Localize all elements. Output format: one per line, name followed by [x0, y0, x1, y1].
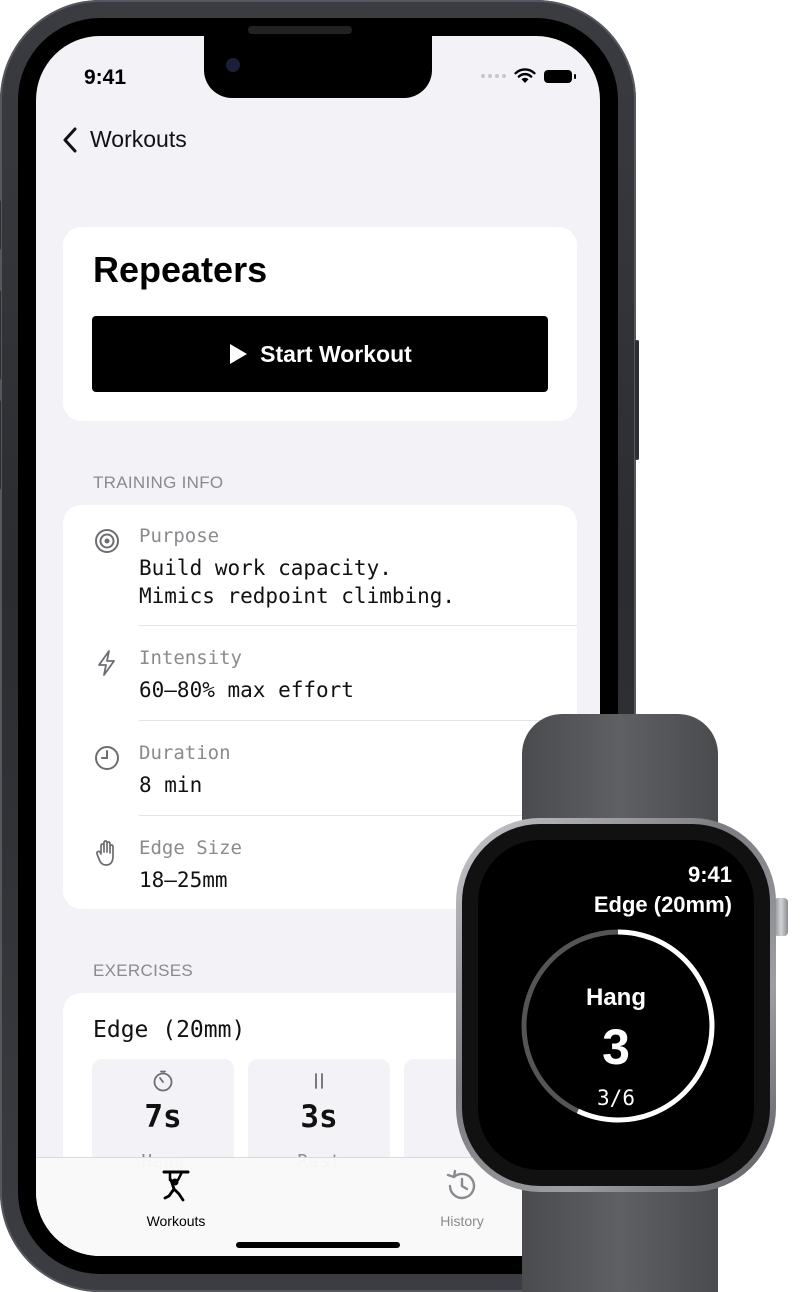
info-label: Intensity: [139, 647, 242, 669]
exercise-title: Edge (20mm): [93, 1017, 246, 1043]
volume-down-button: [0, 400, 1, 490]
watch-case: 9:41 Edge (20mm) Hang 3 3/6: [456, 818, 776, 1192]
notch: [204, 36, 432, 98]
info-value: 8 min: [139, 773, 203, 797]
info-value: 60–80% max effort: [139, 678, 354, 702]
tab-workouts[interactable]: Workouts: [116, 1168, 236, 1229]
workout-header-card: Repeaters Start Workout: [63, 227, 577, 421]
chevron-left-icon: [63, 127, 77, 152]
power-button: [635, 340, 639, 460]
status-time: 9:41: [84, 66, 127, 89]
tab-label: Workouts: [146, 1213, 206, 1229]
watch-screen: 9:41 Edge (20mm) Hang 3 3/6: [478, 840, 754, 1170]
workout-title: Repeaters: [93, 249, 268, 290]
divider: [139, 815, 577, 816]
status-indicators: [481, 68, 576, 84]
watch-phase: Hang: [586, 984, 646, 1011]
back-label: Workouts: [90, 126, 187, 152]
tile-value: 3s: [300, 1099, 338, 1135]
watch-bezel: 9:41 Edge (20mm) Hang 3 3/6: [462, 824, 770, 1186]
timer-icon: [153, 1070, 173, 1092]
watch-exercise-name: Edge (20mm): [593, 892, 732, 917]
back-button[interactable]: Workouts: [62, 126, 187, 153]
wifi-icon: [514, 68, 536, 83]
action-button: [0, 200, 1, 250]
cellular-icon: [481, 74, 506, 78]
watch-time: 9:41: [687, 862, 732, 887]
info-value: Build work capacity. Mimics redpoint cli…: [139, 556, 456, 608]
digital-crown: [774, 898, 788, 936]
volume-up-button: [0, 290, 1, 380]
history-icon: [446, 1169, 476, 1200]
exercises-heading: EXERCISES: [93, 961, 194, 980]
clock-icon: [95, 746, 119, 770]
info-label: Edge Size: [139, 837, 242, 859]
divider: [139, 625, 577, 626]
hand-icon: [96, 840, 114, 866]
home-indicator: [236, 1242, 400, 1248]
divider: [139, 720, 577, 721]
target-icon: [95, 529, 119, 553]
watch-countdown: 3: [602, 1019, 630, 1075]
speaker-grille: [248, 26, 352, 34]
watch-rep-progress: 3/6: [597, 1086, 635, 1110]
bolt-icon: [98, 650, 115, 676]
info-label: Duration: [139, 742, 231, 764]
play-icon: [230, 344, 248, 364]
battery-icon: [544, 69, 576, 83]
front-camera: [226, 58, 240, 72]
tile-value: 7s: [144, 1099, 182, 1135]
info-label: Purpose: [139, 525, 220, 547]
start-workout-button[interactable]: Start Workout: [92, 316, 548, 392]
training-info-heading: TRAINING INFO: [93, 473, 224, 492]
start-workout-label: Start Workout: [260, 340, 412, 367]
info-value: 18–25mm: [139, 868, 228, 892]
pause-icon: [315, 1073, 323, 1089]
tab-label: History: [440, 1213, 484, 1229]
climber-icon: [162, 1170, 190, 1202]
